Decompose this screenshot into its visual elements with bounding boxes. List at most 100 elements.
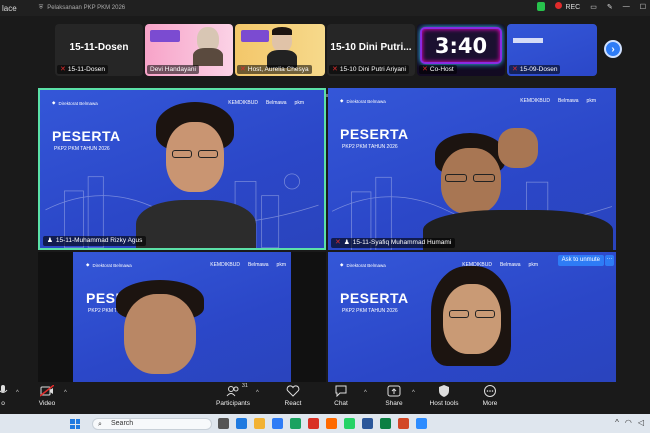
slide-subtitle: PKP2 PKM TAHUN 2026 <box>342 308 398 314</box>
mic-off-icon: ✕ <box>240 66 246 73</box>
participants-label: Participants <box>216 400 250 407</box>
file-explorer-icon[interactable] <box>254 418 265 429</box>
share-caret[interactable]: ^ <box>412 390 415 396</box>
meeting-title: ⛨ Pelaksanaan PKP PKM 2026 <box>39 5 125 12</box>
taskbar-apps <box>218 418 427 429</box>
logo-belmawa: Belmawa <box>265 100 287 106</box>
speaker-banner <box>241 30 269 42</box>
app-icon-1[interactable] <box>236 418 247 429</box>
taskbar-search-input[interactable]: ⌕ Search <box>92 418 212 430</box>
wifi-icon[interactable]: ◠ <box>625 418 632 427</box>
strip-label-text: 15-11-Dosen <box>67 66 105 73</box>
chevron-up-icon[interactable]: ^ <box>615 418 619 427</box>
participants-caret[interactable]: ^ <box>256 390 259 396</box>
word-icon[interactable] <box>362 418 373 429</box>
pin-icon: ♟ <box>47 237 53 244</box>
search-placeholder: Search <box>111 420 134 427</box>
strip-tile-host[interactable]: ✕ Host, Aurelia Chesya <box>235 24 325 76</box>
strip-tile-dini[interactable]: 15-10 Dini Putri... ✕ 15-10 Dini Putri Ar… <box>327 24 415 76</box>
mic-off-icon: ✕ <box>422 66 428 73</box>
strip-label-text: Co-Host <box>429 66 454 73</box>
record-indicator[interactable]: REC <box>555 2 580 11</box>
react-button[interactable]: React <box>268 385 318 407</box>
strip-tile-label: ✕ 15-10 Dini Putri Ariyani <box>329 65 409 74</box>
app-icon-4[interactable] <box>308 418 319 429</box>
mic-off-icon: ✕ <box>60 66 66 73</box>
participant-video <box>128 100 258 248</box>
participant-count: 31 <box>241 383 248 389</box>
speaker-banner <box>150 30 180 42</box>
logo-pkm: pkm <box>528 262 538 268</box>
host-tools-button[interactable]: Host tools <box>419 385 469 407</box>
whatsapp-icon[interactable] <box>344 418 355 429</box>
org-logo-icon: ◆ <box>52 100 56 105</box>
chat-button[interactable]: Chat <box>316 385 366 407</box>
chat-icon <box>334 385 348 398</box>
titlebar-controls: REC ▭ ✎ — ☐ <box>537 2 646 11</box>
tile-more-button[interactable]: ··· <box>605 255 614 266</box>
participant-hair <box>272 27 292 35</box>
mute-label: o <box>1 400 5 407</box>
excel-icon[interactable] <box>380 418 391 429</box>
org-label: ◆ Direktorat Belmawa <box>86 262 132 268</box>
strip-tile-dosen-2[interactable]: ✕ 15-09-Dosen <box>507 24 597 76</box>
video-tile-3[interactable]: ◆ Direktorat Belmawa KEMDIKBUD Belmawa pkm … <box>38 252 326 382</box>
react-label: React <box>284 400 302 407</box>
pin-icon: ♟ <box>343 239 350 246</box>
edit-icon[interactable]: ✎ <box>607 3 613 11</box>
host-tools-label: Host tools <box>429 400 459 407</box>
share-label: Share <box>385 400 403 407</box>
org-text: Direktorat Belmawa <box>346 262 386 268</box>
chat-label: Chat <box>334 400 348 407</box>
strip-tile-name: 15-10 Dini Putri... <box>330 42 412 53</box>
security-icon[interactable] <box>537 2 546 11</box>
logo-kemdikbud: KEMDIKBUD <box>520 98 550 104</box>
strip-tile-label: ✕ 15-09-Dosen <box>509 65 561 74</box>
share-button[interactable]: Share <box>369 385 419 407</box>
app-icon-5[interactable] <box>326 418 337 429</box>
video-options-caret[interactable]: ^ <box>64 390 67 396</box>
more-label: More <box>482 400 498 407</box>
nametag-text: 15-11-Muhammad Rizky Agus <box>55 237 143 244</box>
org-logo-icon: ◆ <box>340 98 344 103</box>
next-page-button[interactable]: › <box>604 40 622 58</box>
participant-body <box>193 48 223 66</box>
strip-label-text: 15-09-Dosen <box>519 66 558 73</box>
zoom-icon[interactable] <box>416 418 427 429</box>
video-button[interactable]: Video <box>22 384 72 407</box>
logo-pkm: pkm <box>294 100 304 106</box>
chat-caret[interactable]: ^ <box>364 390 367 396</box>
volume-icon[interactable]: ◁ <box>638 418 644 427</box>
nametag-text: 15-11-Syafiq Muhammad Humami <box>352 239 452 246</box>
strip-tile-devi[interactable]: Devi Handayani <box>145 24 233 76</box>
strip-label-text: 15-10 Dini Putri Ariyani <box>339 66 406 73</box>
org-label: ◆ Direktorat Belmawa <box>340 262 386 268</box>
more-button[interactable]: More <box>465 385 515 407</box>
layout-icon[interactable]: ▭ <box>590 3 597 11</box>
video-tile-1[interactable]: ◆ Direktorat Belmawa KEMDIKBUD Belmawa pkm … <box>38 88 326 250</box>
title-bar: lace ⛨ Pelaksanaan PKP PKM 2026 REC ▭ ✎ … <box>0 0 650 16</box>
heart-icon <box>286 385 300 397</box>
shield-icon <box>437 385 451 397</box>
ask-to-unmute-button[interactable]: Ask to unmute <box>557 255 604 266</box>
participants-button[interactable]: 31 Participants <box>208 383 258 407</box>
strip-tile-label: ✕ Host, Aurelia Chesya <box>237 65 312 74</box>
app-icon-3[interactable] <box>290 418 301 429</box>
video-tile-4[interactable]: ◆ Direktorat Belmawa KEMDIKBUD Belmawa pkm … <box>328 252 616 382</box>
task-view-icon[interactable] <box>218 418 229 429</box>
windows-taskbar: ⌕ Search ^ ◠ ◁ <box>0 414 650 433</box>
video-tile-2[interactable]: ◆ Direktorat Belmawa KEMDIKBUD Belmawa pkm … <box>328 88 616 250</box>
audio-options-caret[interactable]: ^ <box>16 390 19 396</box>
app-icon-2[interactable] <box>272 418 283 429</box>
strip-tile-cohost[interactable]: 3:40 ✕ Co-Host <box>417 24 505 76</box>
zoom-window: lace ⛨ Pelaksanaan PKP PKM 2026 REC ▭ ✎ … <box>0 0 650 433</box>
maximize-icon[interactable]: ☐ <box>640 3 646 11</box>
mic-off-icon: ✕ <box>332 66 338 73</box>
slide-subtitle: PKP2 PKM TAHUN 2026 <box>54 146 110 152</box>
participant-nametag: ✕ ♟ 15-11-Syafiq Muhammad Humami <box>331 238 456 248</box>
powerpoint-icon[interactable] <box>398 418 409 429</box>
rec-label: REC <box>565 4 581 11</box>
minimize-icon[interactable]: — <box>623 3 630 10</box>
windows-start-icon[interactable] <box>70 419 80 429</box>
strip-tile-dosen-1[interactable]: 15-11-Dosen ✕ 15-11-Dosen <box>55 24 143 76</box>
